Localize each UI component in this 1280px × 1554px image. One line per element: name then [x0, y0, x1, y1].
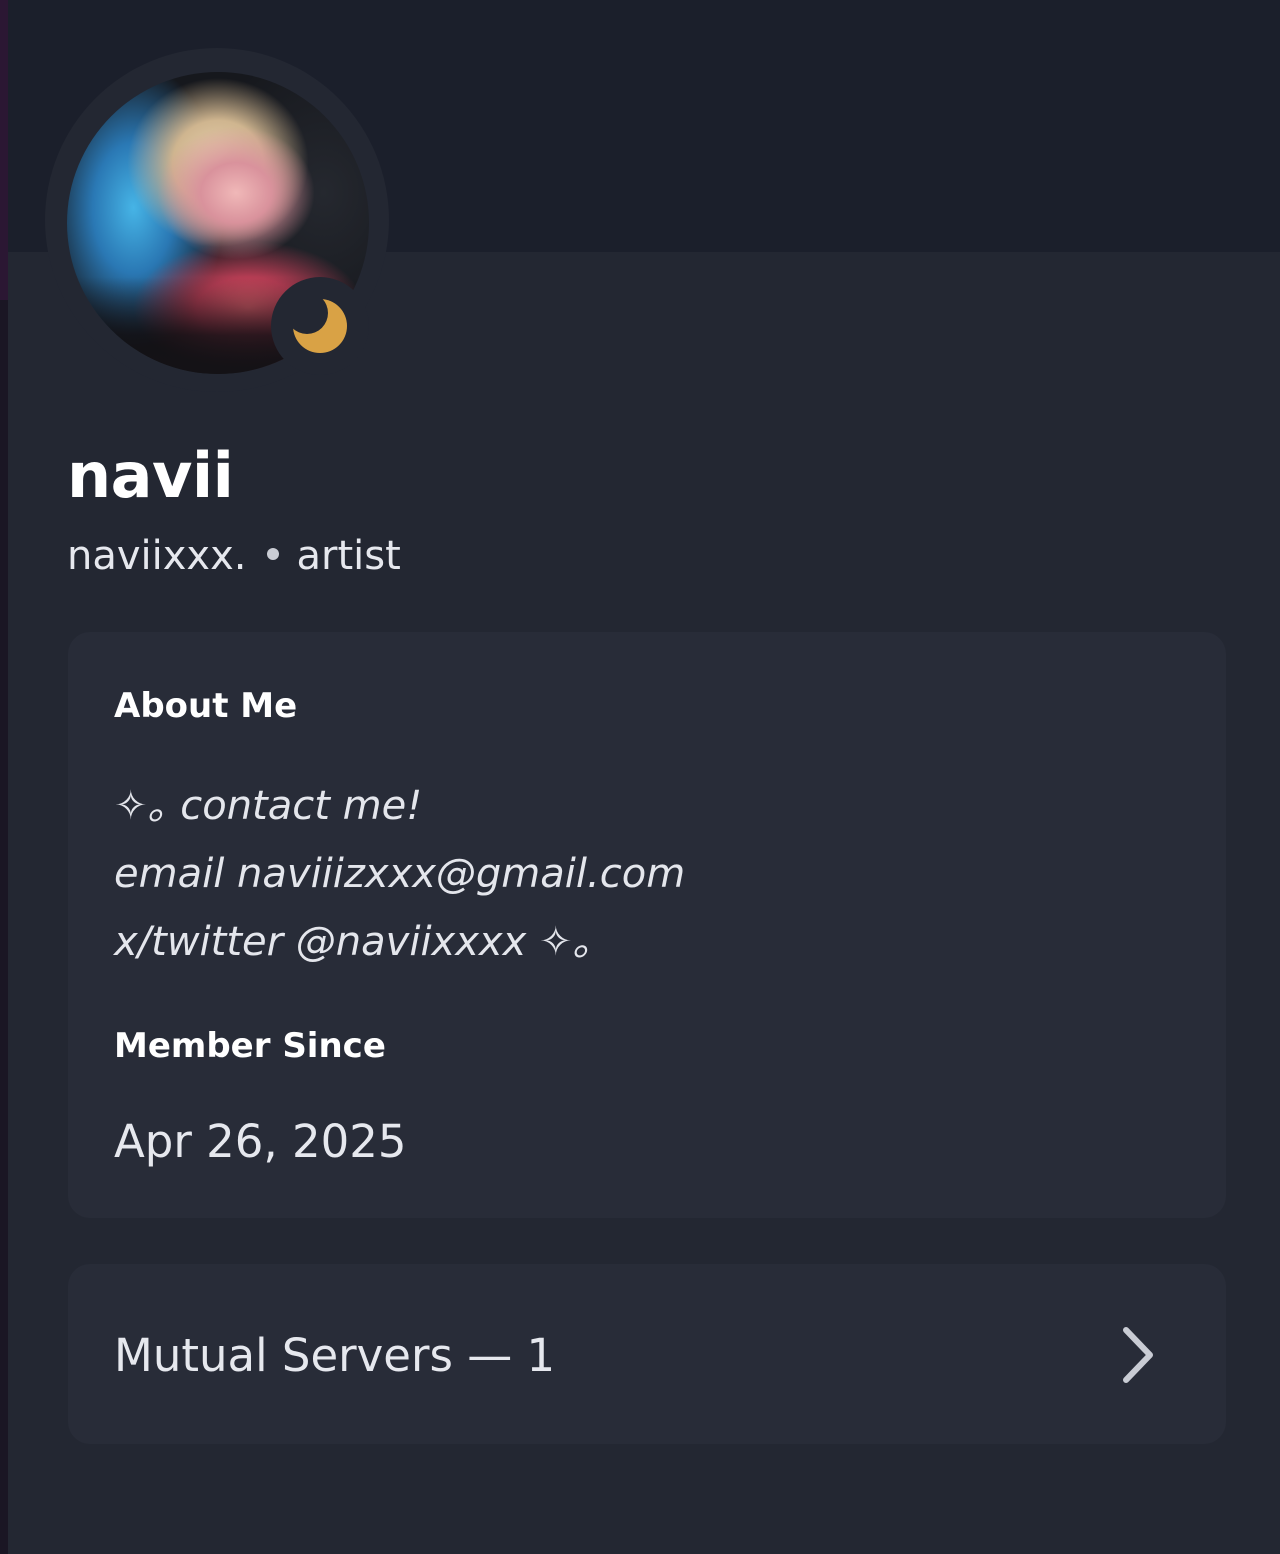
window-edge [0, 0, 8, 1554]
separator-dot [266, 548, 279, 560]
display-name: navii [67, 439, 234, 512]
about-me-heading: About Me [114, 686, 298, 726]
about-line: x/twitter @naviixxxx ✧｡ [114, 919, 593, 965]
member-since-heading: Member Since [114, 1026, 386, 1066]
about-line: ✧｡ contact me! [114, 783, 423, 829]
about-line: email naviiizxxx@gmail.com [114, 851, 686, 897]
mutual-servers-label: Mutual Servers — 1 [114, 1329, 556, 1382]
mutual-servers-button[interactable]: Mutual Servers — 1 [68, 1264, 1226, 1444]
about-me-text: ✧｡ contact me! email naviiizxxx@gmail.co… [114, 772, 685, 976]
window-edge-accent [0, 0, 8, 300]
user-tags: naviixxx. artist [67, 528, 401, 584]
username[interactable]: naviixxx. [67, 533, 247, 579]
chevron-right-icon [1123, 1327, 1153, 1383]
about-card: About Me ✧｡ contact me! email naviiizxxx… [68, 632, 1226, 1218]
moon-icon [293, 299, 347, 353]
pronouns: artist [296, 533, 401, 579]
member-since-date: Apr 26, 2025 [114, 1115, 407, 1168]
